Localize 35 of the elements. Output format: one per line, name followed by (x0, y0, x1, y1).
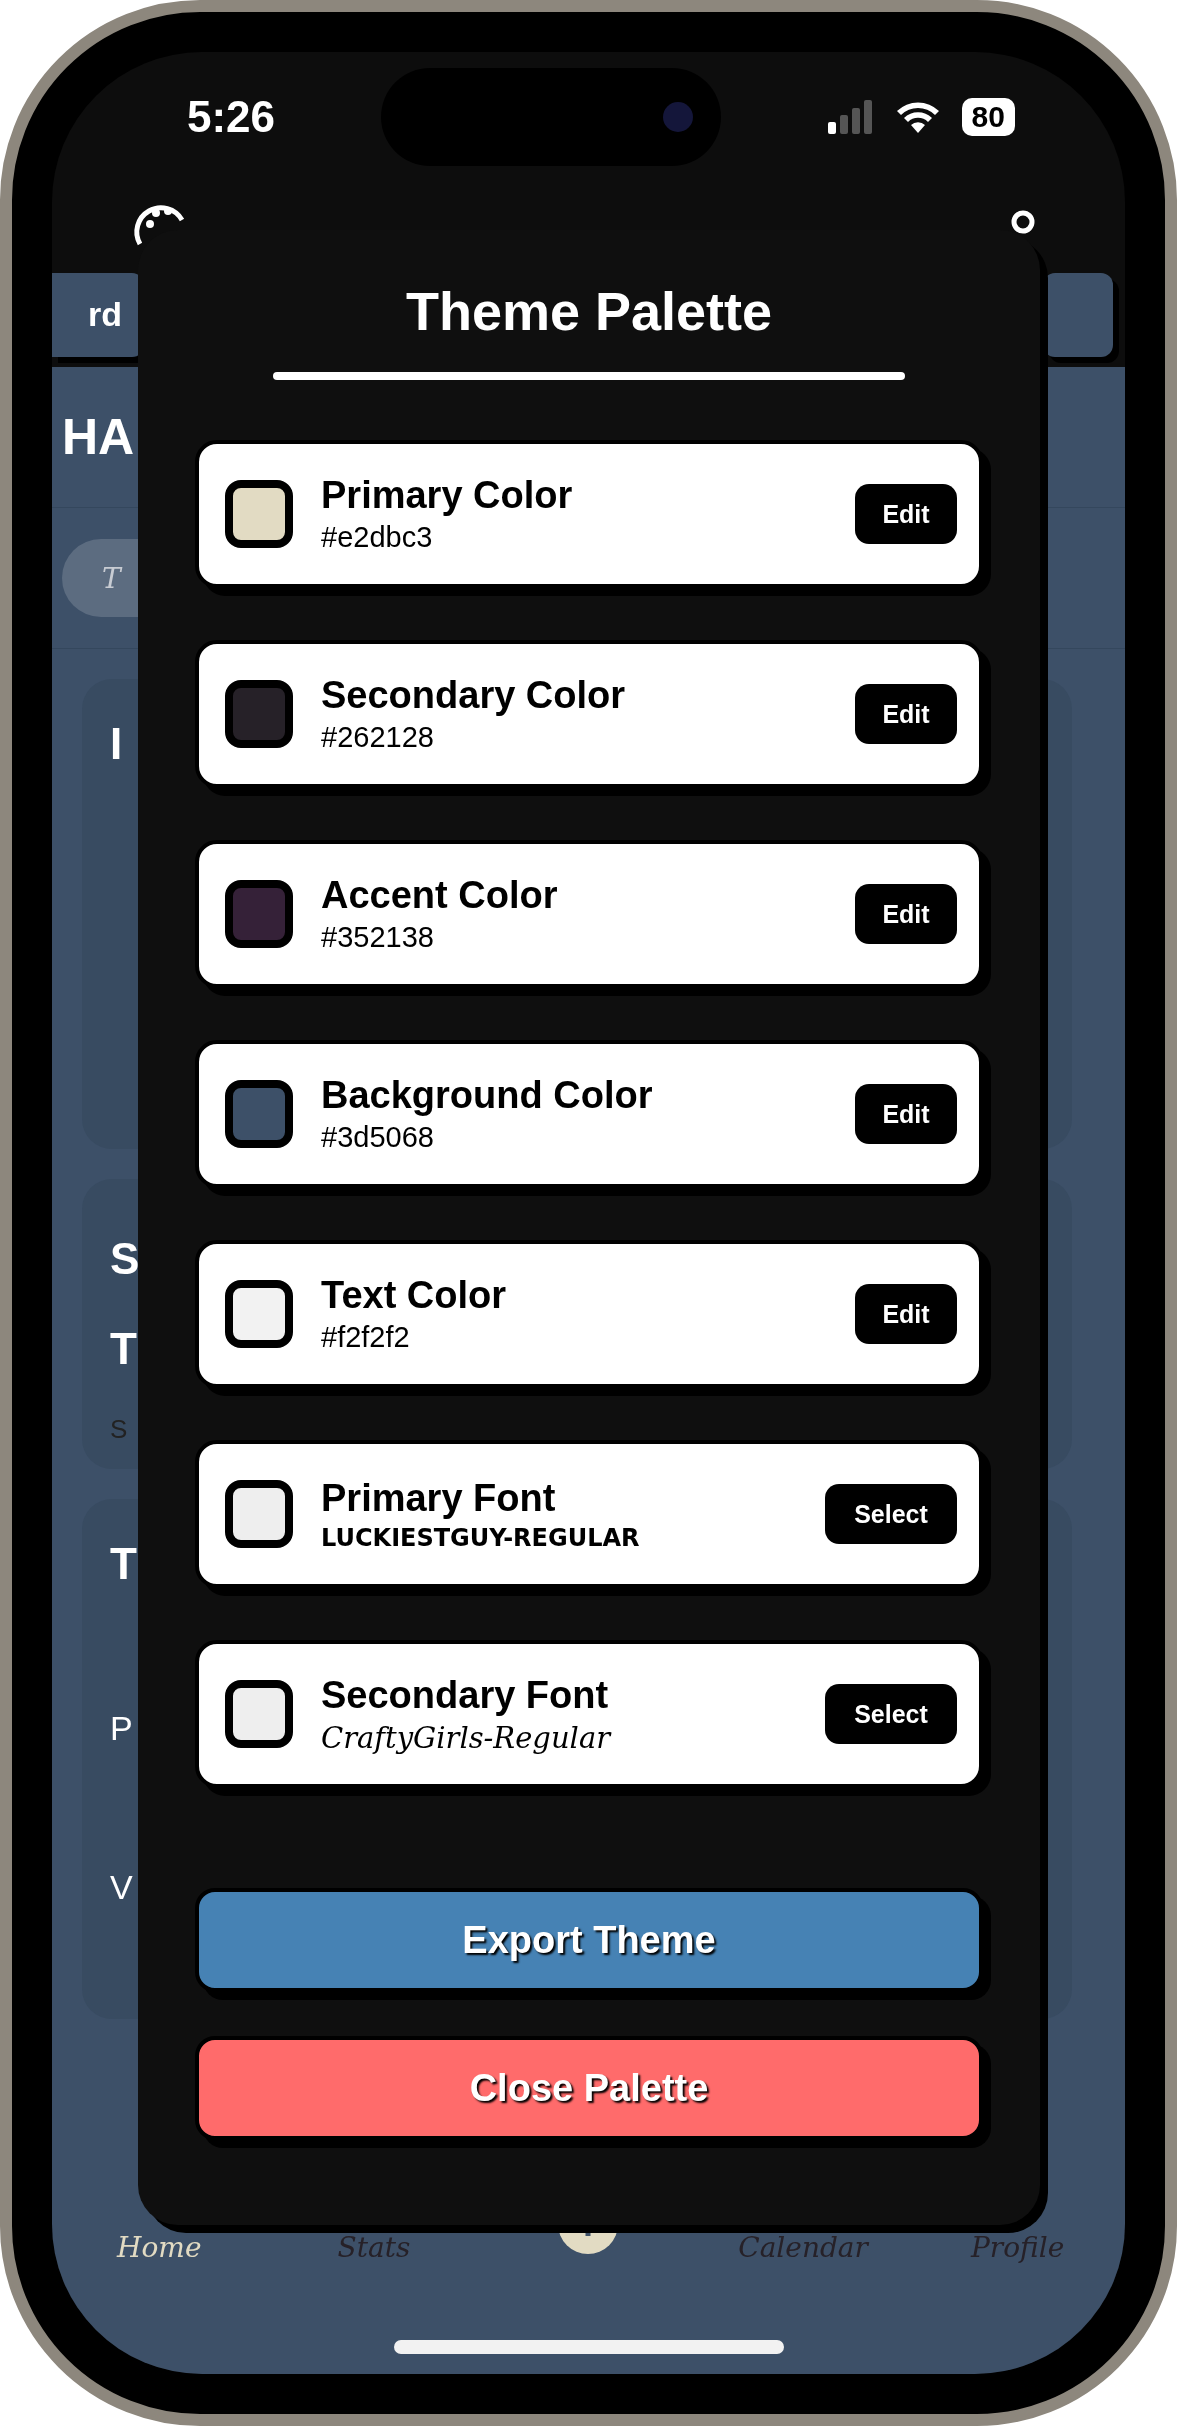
row-label: Background Color (321, 1074, 654, 1117)
row-value: #3d5068 (321, 1121, 435, 1154)
row-label: Primary Font (321, 1476, 557, 1520)
edit-button[interactable]: Edit (855, 684, 957, 744)
card-text: T (110, 1324, 137, 1374)
row-label: Secondary Font (321, 1673, 610, 1717)
card-text: P (110, 1709, 133, 1748)
edit-button[interactable]: Edit (855, 1084, 957, 1144)
card-text: I (110, 719, 123, 769)
card-text: V (110, 1868, 133, 1907)
row-value: LUCKIESTGUY-REGULAR (321, 1523, 641, 1552)
edit-button[interactable]: Edit (855, 484, 957, 544)
page-heading: HA (62, 408, 135, 466)
card-text: T (110, 1539, 137, 1589)
signal-icon (827, 100, 874, 134)
row-label: Secondary Color (321, 674, 627, 717)
status-time: 5:26 (187, 92, 276, 142)
battery-icon: 80 (961, 98, 1015, 136)
row-value: #f2f2f2 (321, 1321, 411, 1354)
row-label: Primary Color (321, 474, 574, 517)
select-button[interactable]: Select (825, 1484, 957, 1544)
row-label: Accent Color (321, 874, 559, 917)
card-text: S (110, 1234, 140, 1284)
row-value: #262128 (321, 721, 435, 754)
row-label: Text Color (321, 1274, 508, 1317)
select-button[interactable]: Select (825, 1684, 957, 1744)
edit-button[interactable]: Edit (855, 1284, 957, 1344)
row-value: CraftyGirls-Regular (321, 1720, 613, 1755)
modal-title: Theme Palette (405, 280, 773, 342)
user-icon (1011, 210, 1035, 234)
card-text: S (110, 1414, 128, 1445)
tab-item[interactable]: Home (84, 2231, 235, 2284)
row-value: #e2dbc3 (321, 521, 434, 554)
edit-button[interactable]: Edit (855, 884, 957, 944)
row-value: #352138 (321, 921, 435, 954)
